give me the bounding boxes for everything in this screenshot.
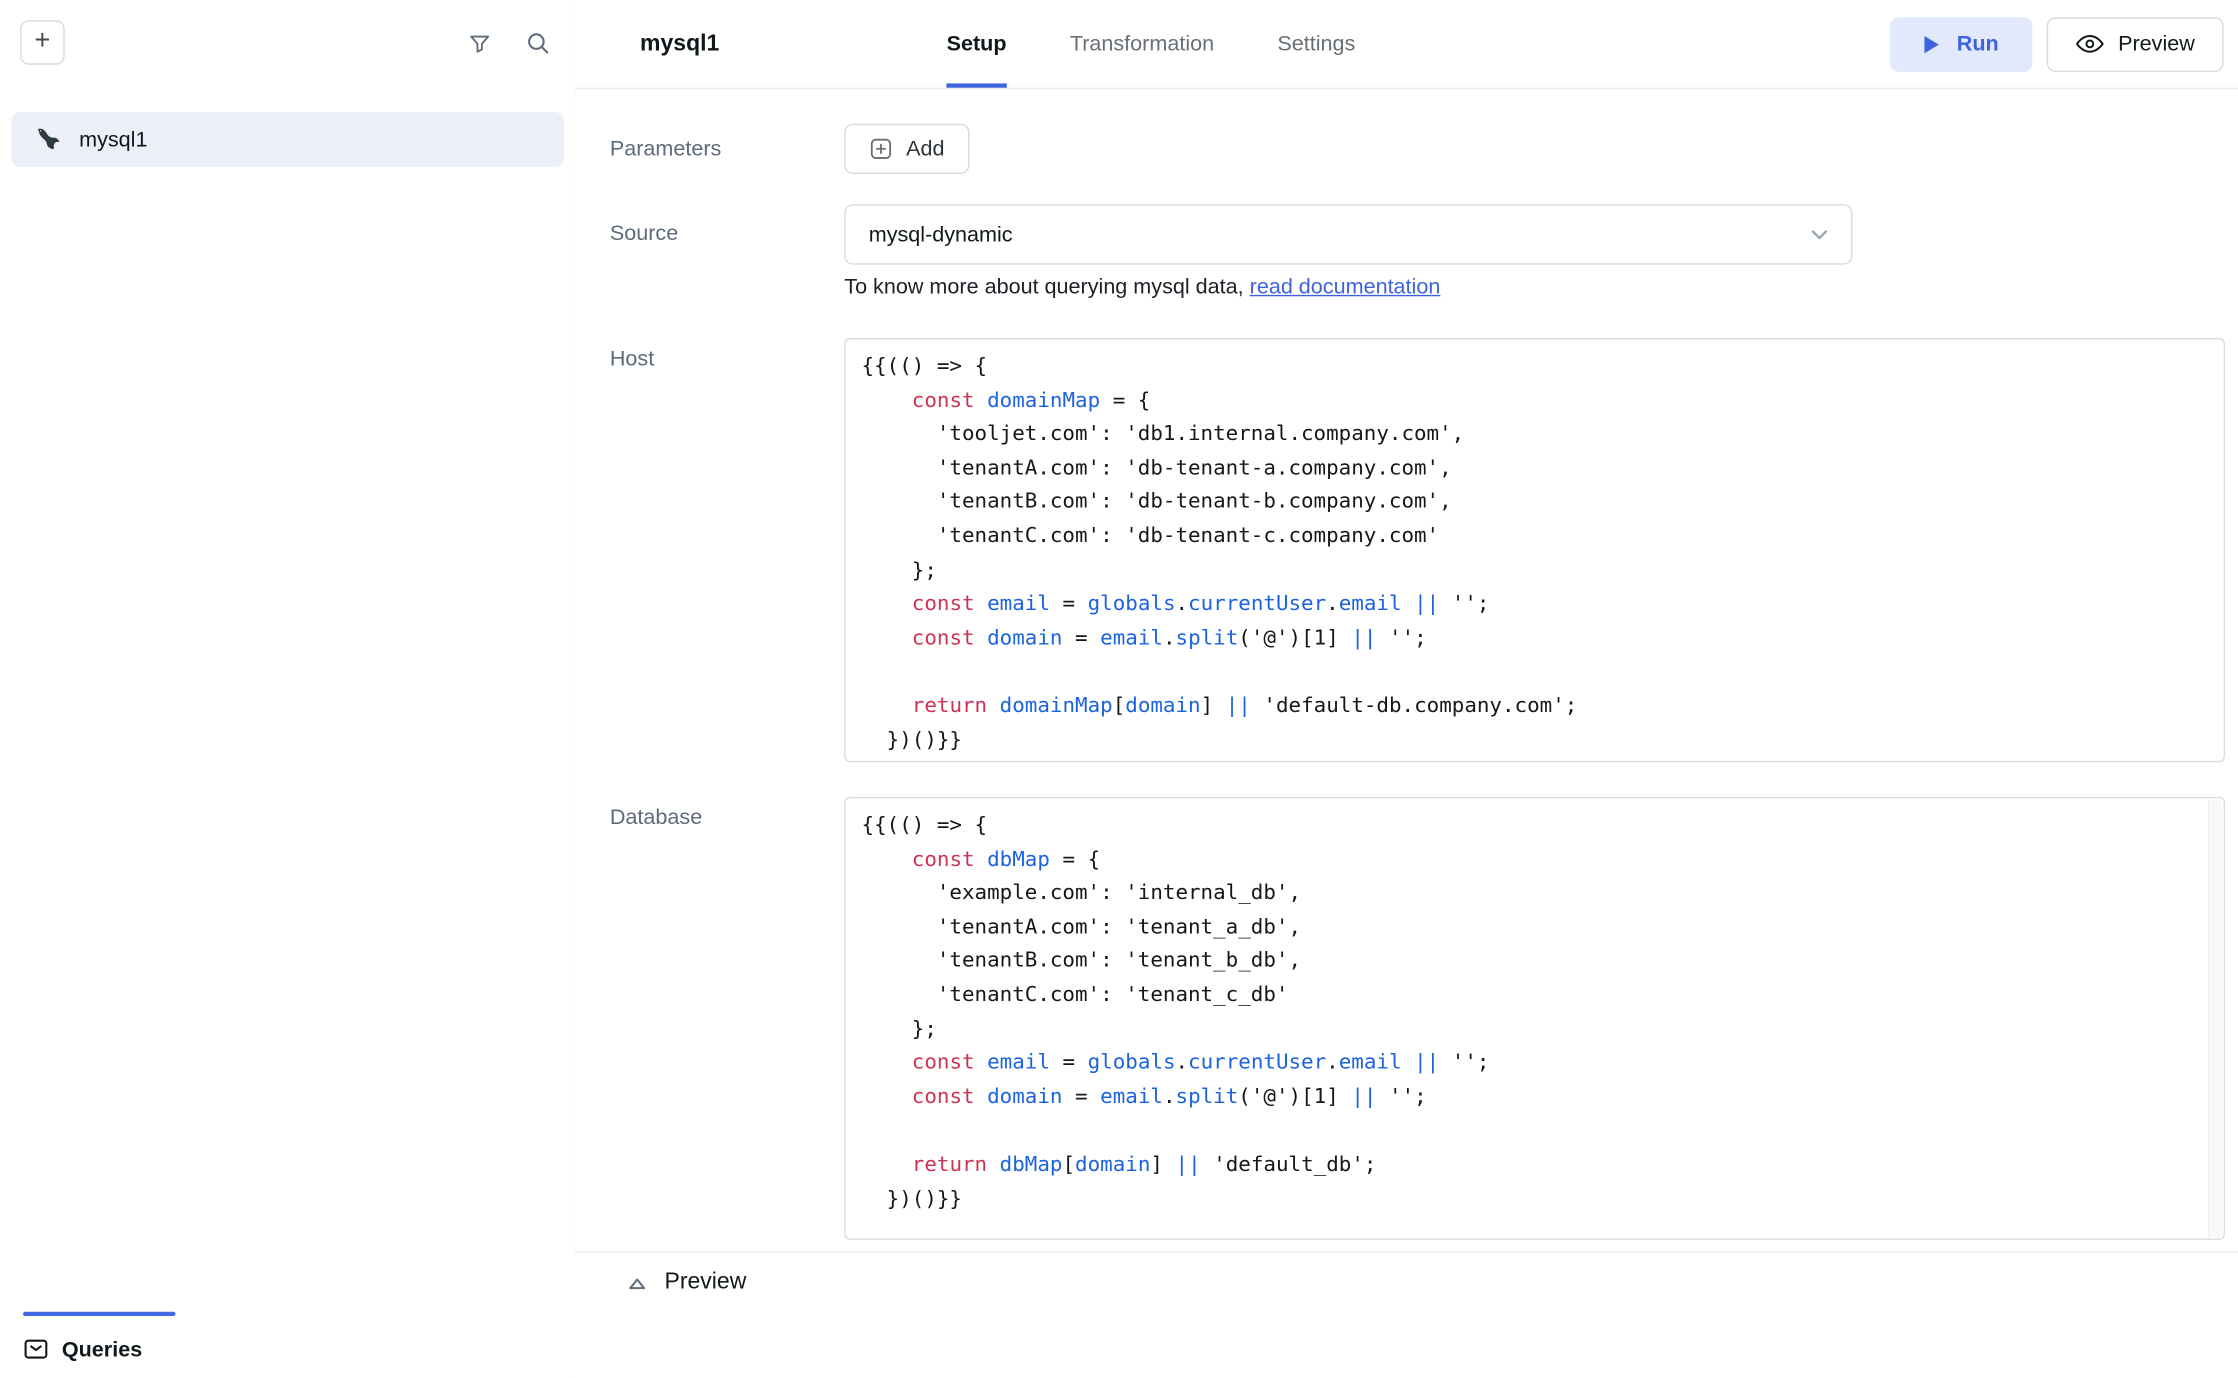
queries-icon xyxy=(23,1336,49,1362)
query-editor-panel: mysql1 Setup Transformation Settings Run xyxy=(575,0,2238,1378)
read-documentation-link[interactable]: read documentation xyxy=(1250,275,1441,299)
preview-button[interactable]: Preview xyxy=(2046,17,2223,72)
query-title: mysql1 xyxy=(640,31,719,57)
run-button[interactable]: Run xyxy=(1891,17,2032,72)
queries-tab-active-indicator xyxy=(23,1312,175,1316)
header-actions: Run Preview xyxy=(1891,17,2224,72)
host-code-editor[interactable]: {{(() => { const domainMap = { 'tooljet.… xyxy=(844,338,2225,762)
query-list-item-mysql1[interactable]: mysql1 xyxy=(12,112,564,167)
filter-icon[interactable] xyxy=(467,31,491,55)
search-icon[interactable] xyxy=(525,30,551,56)
source-label: Source xyxy=(610,204,844,264)
add-parameter-label: Add xyxy=(906,137,944,161)
plus-square-icon xyxy=(869,137,893,161)
preview-panel: Preview xyxy=(575,1251,2238,1378)
database-code-editor[interactable]: {{(() => { const dbMap = { 'example.com'… xyxy=(844,797,2225,1240)
preview-button-label: Preview xyxy=(2118,32,2195,56)
setup-form: Parameters Add Source mysql-dynamic xyxy=(575,124,2238,1240)
preview-section-label: Preview xyxy=(664,1270,746,1296)
sidebar-toolbar xyxy=(467,30,550,56)
add-parameter-button[interactable]: Add xyxy=(844,124,969,174)
app-window: + mysql1 Queries mysql1 xyxy=(0,0,2238,1378)
tab-transformation[interactable]: Transformation xyxy=(1070,0,1214,88)
queries-tab-label: Queries xyxy=(62,1337,142,1361)
tab-setup[interactable]: Setup xyxy=(947,0,1007,88)
scrollbar[interactable] xyxy=(2208,800,2222,1237)
mysql-icon xyxy=(33,125,62,154)
source-help-row: To know more about querying mysql data, … xyxy=(575,275,2238,299)
source-select-value: mysql-dynamic xyxy=(869,222,1013,246)
queries-sidebar: + mysql1 Queries xyxy=(0,0,577,1378)
eye-icon xyxy=(2075,33,2104,55)
run-button-label: Run xyxy=(1957,32,1999,56)
host-label: Host xyxy=(610,338,844,762)
chevron-down-icon xyxy=(1808,223,1831,246)
query-item-label: mysql1 xyxy=(79,127,147,151)
queries-bottom-tab[interactable]: Queries xyxy=(23,1336,142,1362)
play-icon xyxy=(1924,34,1941,54)
preview-section-toggle[interactable]: Preview xyxy=(575,1253,746,1296)
query-editor-header: mysql1 Setup Transformation Settings Run xyxy=(575,0,2238,89)
source-help-text: To know more about querying mysql data, xyxy=(844,275,1249,299)
triangle-up-icon xyxy=(629,1276,646,1289)
parameters-label: Parameters xyxy=(610,124,844,174)
tab-settings[interactable]: Settings xyxy=(1277,0,1355,88)
editor-tabs: Setup Transformation Settings xyxy=(947,0,1356,88)
add-query-button[interactable]: + xyxy=(20,20,65,65)
database-label: Database xyxy=(610,797,844,1240)
source-select[interactable]: mysql-dynamic xyxy=(844,204,1852,264)
